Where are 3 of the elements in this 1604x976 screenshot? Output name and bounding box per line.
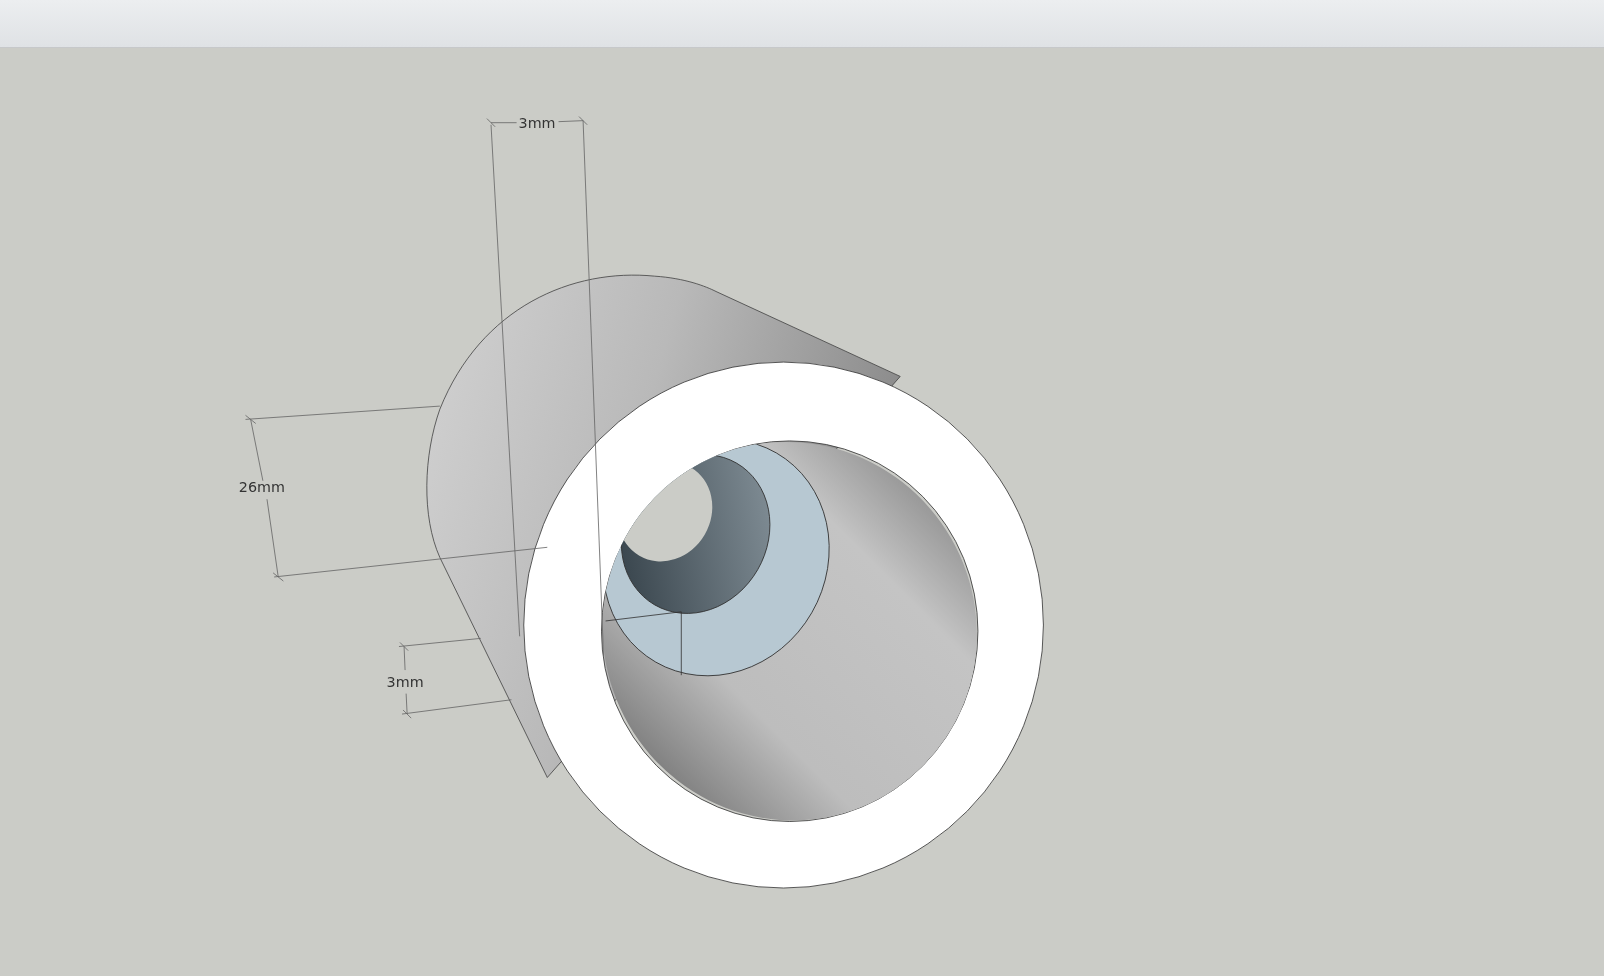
dimension-label: 26mm	[238, 479, 285, 496]
dimension-label: 3mm	[518, 114, 556, 131]
dimension-label: 3mm	[386, 674, 424, 691]
